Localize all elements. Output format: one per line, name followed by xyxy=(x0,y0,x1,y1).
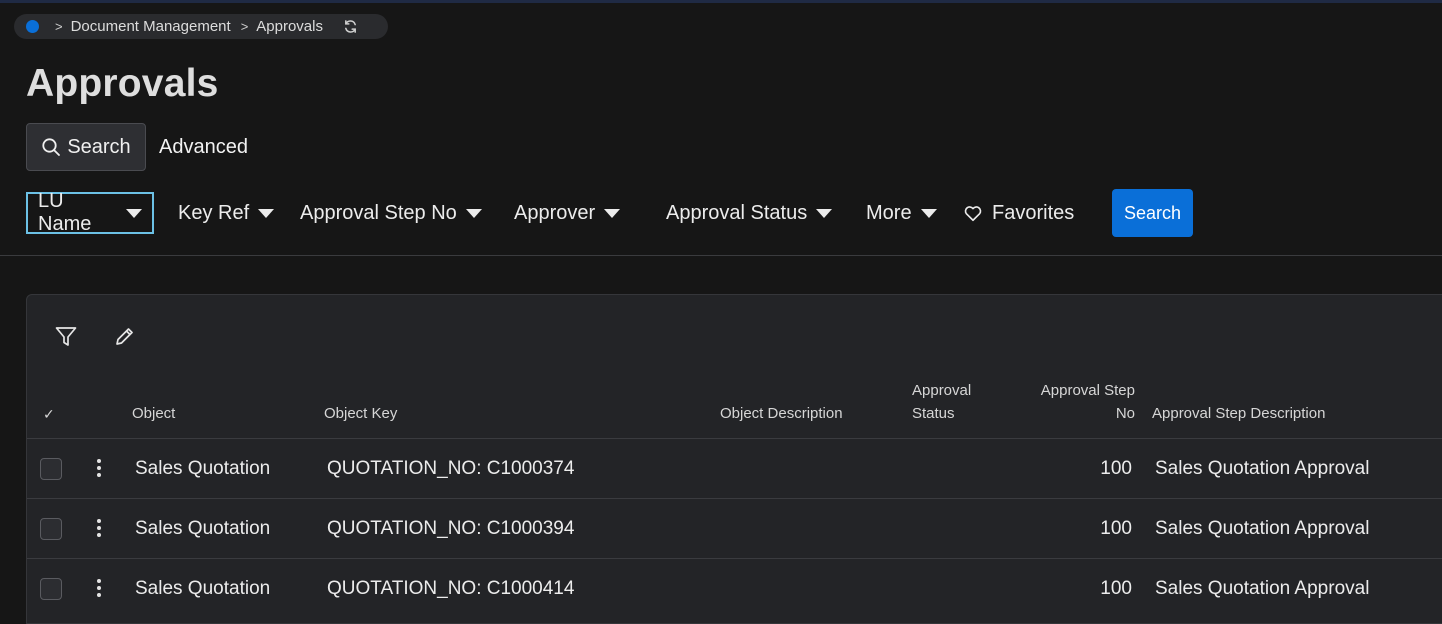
column-header-line: Status xyxy=(912,405,955,422)
column-header-line: Approval xyxy=(912,382,972,399)
cell-object: Sales Quotation xyxy=(135,518,271,539)
chevron-right-icon: > xyxy=(240,19,249,34)
row-menu-kebab-icon[interactable] xyxy=(93,457,105,481)
cell-approval-step-no: 100 xyxy=(1100,578,1132,599)
home-dot-icon[interactable] xyxy=(26,20,39,33)
row-checkbox[interactable] xyxy=(40,518,62,540)
filter-icon[interactable] xyxy=(53,324,79,350)
filter-label: Approver xyxy=(514,201,596,224)
cell-object: Sales Quotation xyxy=(135,578,271,599)
filter-approval-step-no[interactable]: Approval Step No xyxy=(300,192,482,234)
breadcrumb-item-approvals[interactable]: Approvals xyxy=(256,18,323,35)
filter-label: Approval Step No xyxy=(300,201,457,224)
magnifier-icon xyxy=(41,137,61,157)
header-divider xyxy=(0,255,1442,256)
filter-key-ref[interactable]: Key Ref xyxy=(178,192,275,234)
advanced-search-link[interactable]: Advanced xyxy=(159,136,248,159)
filter-approver[interactable]: Approver xyxy=(514,192,621,234)
approvals-table-panel: ✓ Object Object Key Object Description A… xyxy=(26,294,1442,624)
caret-down-icon xyxy=(465,208,482,218)
filter-label: Key Ref xyxy=(178,201,250,224)
table-row[interactable]: Sales Quotation QUOTATION_NO: C1000394 1… xyxy=(27,498,1442,558)
edit-icon[interactable] xyxy=(111,324,137,350)
filter-label: Approval Status xyxy=(666,201,808,224)
column-header-line: Approval Step xyxy=(1040,382,1135,399)
favorites-button[interactable]: Favorites xyxy=(964,192,1074,234)
cell-object-key: QUOTATION_NO: C1000394 xyxy=(327,518,575,539)
filter-approval-status[interactable]: Approval Status xyxy=(666,192,833,234)
cell-object-key: QUOTATION_NO: C1000374 xyxy=(327,458,575,479)
breadcrumb-item-document-management[interactable]: Document Management xyxy=(71,18,231,35)
cell-approval-step-description: Sales Quotation Approval xyxy=(1155,518,1370,539)
cell-approval-step-no: 100 xyxy=(1100,458,1132,479)
table-row[interactable]: Sales Quotation QUOTATION_NO: C1000374 1… xyxy=(27,438,1442,498)
search-button[interactable]: Search xyxy=(1112,189,1193,237)
cell-approval-step-description: Sales Quotation Approval xyxy=(1155,578,1370,599)
top-accent-line xyxy=(0,0,1442,3)
cell-object: Sales Quotation xyxy=(135,458,271,479)
row-menu-kebab-icon[interactable] xyxy=(93,577,105,601)
cell-object-key: QUOTATION_NO: C1000414 xyxy=(327,578,575,599)
caret-down-icon xyxy=(920,208,937,218)
column-header-object-key[interactable]: Object Key xyxy=(324,402,397,425)
table-row[interactable]: Sales Quotation QUOTATION_NO: C1000414 1… xyxy=(27,558,1442,618)
select-all-checkmark-icon[interactable]: ✓ xyxy=(43,403,55,426)
filter-label: LU Name xyxy=(38,190,92,235)
page-title: Approvals xyxy=(26,62,219,105)
caret-down-icon xyxy=(604,208,621,218)
caret-down-icon xyxy=(816,208,833,218)
cell-approval-step-no: 100 xyxy=(1100,518,1132,539)
caret-down-icon xyxy=(258,208,275,218)
column-header-approval-step-no[interactable]: Approval Step No xyxy=(1017,379,1135,425)
row-checkbox[interactable] xyxy=(40,458,62,480)
column-header-line: No xyxy=(1115,405,1135,422)
search-mode-button[interactable]: Search xyxy=(26,123,146,171)
chevron-right-icon: > xyxy=(55,19,63,34)
filter-label: More xyxy=(866,201,912,224)
column-header-approval-step-description[interactable]: Approval Step Description xyxy=(1152,402,1325,425)
filter-bar: LU Name Key Ref Approval Step No Approve… xyxy=(0,190,1442,235)
refresh-icon[interactable] xyxy=(343,19,358,34)
favorites-label: Favorites xyxy=(992,201,1075,224)
search-mode-label: Search xyxy=(67,135,131,158)
row-checkbox[interactable] xyxy=(40,578,62,600)
column-header-object-description[interactable]: Object Description xyxy=(720,402,843,425)
row-menu-kebab-icon[interactable] xyxy=(93,517,105,541)
filter-lu-name[interactable]: LU Name xyxy=(26,190,154,235)
caret-down-icon xyxy=(126,208,142,218)
column-header-object[interactable]: Object xyxy=(132,402,175,425)
cell-approval-step-description: Sales Quotation Approval xyxy=(1155,458,1370,479)
column-header-approval-status[interactable]: Approval Status xyxy=(912,379,971,425)
breadcrumb: > Document Management > Approvals xyxy=(14,14,388,39)
filter-more[interactable]: More xyxy=(866,192,937,234)
heart-icon xyxy=(964,205,982,222)
